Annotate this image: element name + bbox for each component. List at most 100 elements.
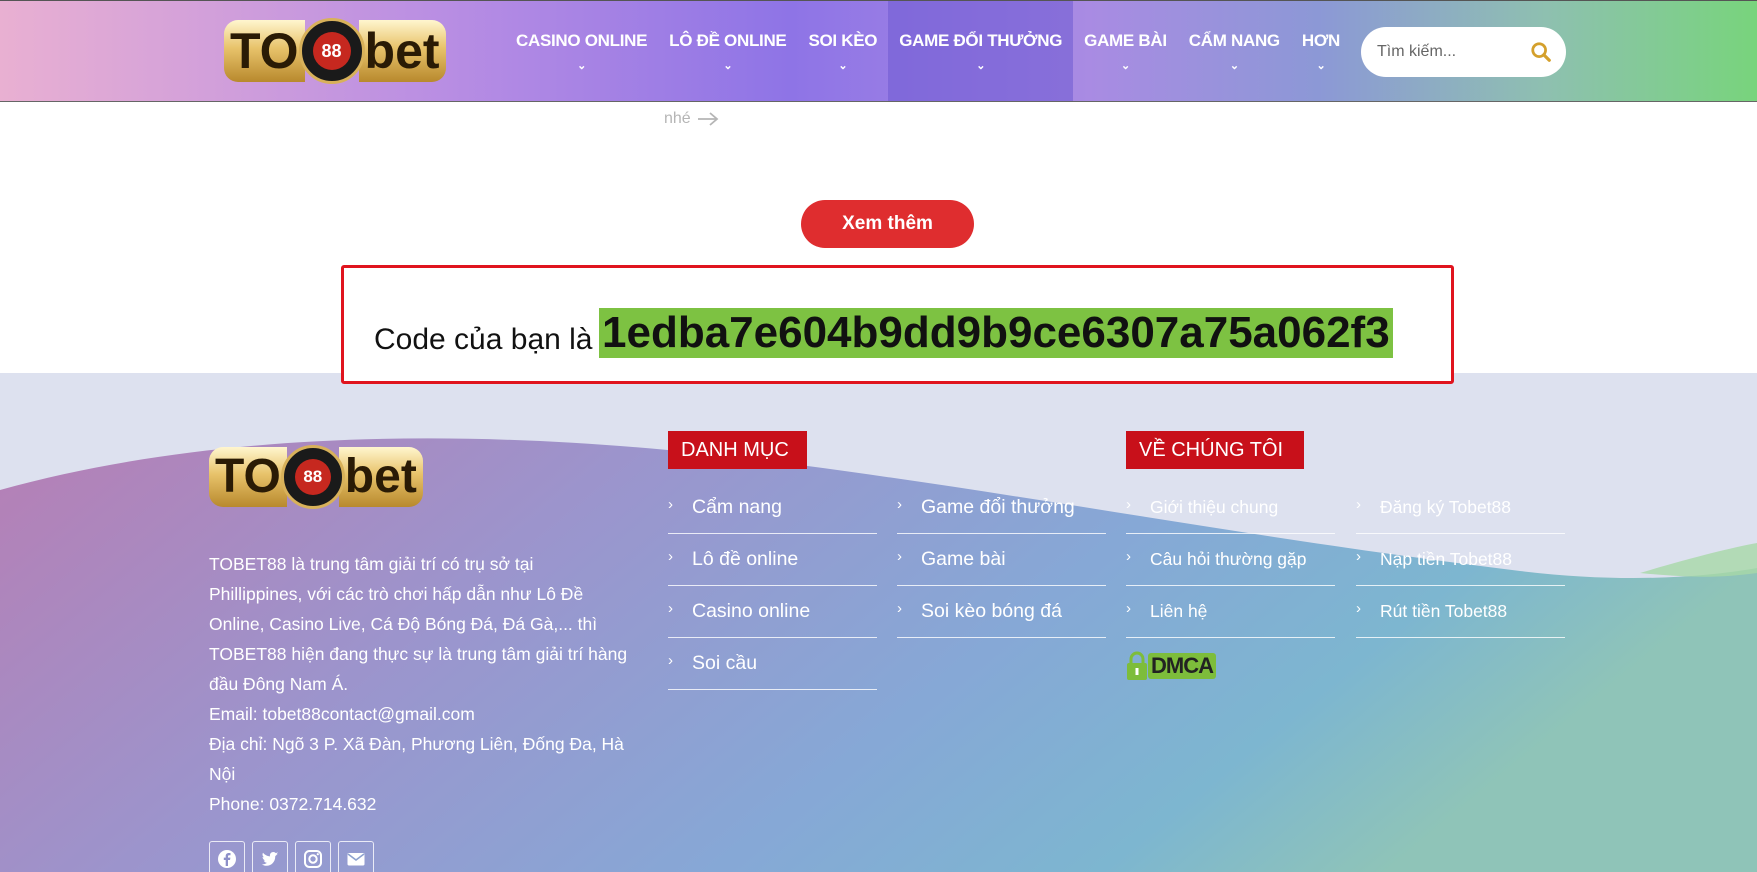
contact-email: Email: tobet88contact@gmail.com — [209, 704, 475, 724]
chevron-down-icon: ⌄ — [577, 59, 587, 72]
lock-icon — [1127, 651, 1147, 680]
chevron-down-icon: ⌄ — [1121, 59, 1130, 72]
nav-item-cam-nang[interactable]: CẨM NANG ⌄ — [1178, 1, 1291, 101]
facebook-icon — [218, 850, 236, 868]
email-link[interactable] — [338, 841, 374, 872]
footer-link-gioi-thieu-chung[interactable]: › Giới thiệu chung — [1126, 482, 1335, 534]
chevron-right-icon: › — [897, 548, 902, 565]
search-box — [1361, 27, 1566, 77]
chevron-right-icon: › — [668, 652, 673, 669]
dmca-label: DMCA — [1148, 653, 1216, 679]
facebook-link[interactable] — [209, 841, 245, 872]
logo-chip-number: 88 — [294, 459, 331, 495]
footer-link-label: Cẩm nang — [692, 496, 782, 518]
footer-link-label: Câu hỏi thường gặp — [1150, 549, 1307, 569]
logo-chip-number: 88 — [312, 32, 351, 70]
logo-text-right: bet — [358, 20, 446, 82]
nav-item-hon[interactable]: HƠN ⌄ — [1291, 1, 1351, 101]
site-header: TO 88 bet CASINO ONLINE ⌄ LÔ ĐỀ ONLINE ⌄… — [0, 0, 1757, 102]
footer-link-label: Lô đề online — [692, 548, 799, 570]
chevron-down-icon: ⌄ — [976, 59, 986, 72]
read-more-link[interactable]: nhé — [664, 110, 719, 128]
nav-item-label: CASINO ONLINE — [516, 30, 648, 50]
footer-link-label: Nạp tiền Tobet88 — [1380, 549, 1513, 569]
site-footer: TO 88 bet TOBET88 là trung tâm giải trí … — [0, 373, 1757, 872]
nav-item-label: LÔ ĐỀ ONLINE — [669, 30, 787, 50]
twitter-link[interactable] — [252, 841, 288, 872]
main-nav: CASINO ONLINE ⌄ LÔ ĐỀ ONLINE ⌄ SOI KÈO ⌄… — [505, 1, 1351, 101]
contact-phone: Phone: 0372.714.632 — [209, 794, 377, 814]
nav-item-lo-de-online[interactable]: LÔ ĐỀ ONLINE ⌄ — [658, 1, 797, 101]
footer-link-label: Giới thiệu chung — [1150, 497, 1279, 517]
footer-link-label: Game đổi thưởng — [921, 496, 1075, 518]
nav-item-casino-online[interactable]: CASINO ONLINE ⌄ — [505, 1, 658, 101]
footer-link-rut-tien[interactable]: › Rút tiền Tobet88 — [1356, 586, 1565, 638]
contact-address: Địa chỉ: Ngõ 3 P. Xã Đàn, Phương Liên, Đ… — [209, 734, 624, 784]
chevron-right-icon: › — [668, 600, 673, 617]
email-icon — [347, 853, 365, 866]
footer-link-label: Casino online — [692, 600, 811, 622]
chevron-right-icon: › — [897, 600, 902, 617]
footer-link-label: Đăng ký Tobet88 — [1380, 497, 1512, 517]
see-more-button[interactable]: Xem thêm — [801, 200, 974, 248]
footer-link-label: Rút tiền Tobet88 — [1380, 601, 1508, 621]
search-icon[interactable] — [1530, 41, 1552, 63]
logo-text-left: TO — [209, 447, 287, 507]
logo-text-right: bet — [338, 447, 423, 507]
footer-link-casino-online[interactable]: › Casino online — [668, 586, 877, 638]
footer-link-label: Soi kèo bóng đá — [921, 600, 1062, 622]
instagram-link[interactable] — [295, 841, 331, 872]
categories-title: DANH MỤC — [668, 431, 807, 469]
footer-link-label: Liên hệ — [1150, 601, 1208, 621]
logo-chip: 88 — [298, 18, 365, 84]
footer-link-soi-keo-bong-da[interactable]: › Soi kèo bóng đá — [897, 586, 1106, 638]
arrow-right-icon — [697, 112, 719, 126]
instagram-icon — [304, 850, 322, 868]
footer-link-lien-he[interactable]: › Liên hệ — [1126, 586, 1335, 638]
chevron-right-icon: › — [1356, 600, 1361, 617]
footer-link-soi-cau[interactable]: › Soi cầu — [668, 638, 877, 690]
nav-item-label: CẨM NANG — [1188, 30, 1280, 50]
about-us-title: VỀ CHÚNG TÔI — [1126, 431, 1304, 469]
code-label: Code của bạn là — [374, 323, 593, 356]
chevron-down-icon: ⌄ — [1229, 59, 1239, 72]
chevron-right-icon: › — [1356, 548, 1361, 565]
logo-text-left: TO — [224, 20, 305, 82]
about-description: TOBET88 là trung tâm giải trí có trụ sở … — [209, 554, 628, 694]
nav-item-game-doi-thuong[interactable]: GAME ĐỔI THƯỞNG ⌄ — [888, 1, 1074, 101]
footer-logo[interactable]: TO 88 bet — [209, 445, 423, 509]
nav-item-label: GAME BÀI — [1084, 30, 1167, 50]
footer-link-cau-hoi-thuong-gap[interactable]: › Câu hỏi thường gặp — [1126, 534, 1335, 586]
categories-list-2: › Game đổi thưởng › Game bài › Soi kèo bóng… — [897, 482, 1106, 638]
dmca-badge[interactable]: DMCA — [1126, 651, 1216, 681]
site-logo[interactable]: TO 88 bet — [224, 18, 446, 84]
footer-link-cam-nang[interactable]: › Cẩm nang — [668, 482, 877, 534]
nav-item-label: SOI KÈO — [808, 30, 878, 50]
footer-link-label: Game bài — [921, 548, 1006, 570]
footer-about: TOBET88 là trung tâm giải trí có trụ sở … — [209, 549, 629, 819]
footer-link-label: Soi cầu — [692, 652, 758, 674]
about-us-list-2: › Đăng ký Tobet88 › Nạp tiền Tobet88 › Rút … — [1356, 482, 1565, 638]
chevron-right-icon: › — [897, 496, 902, 513]
about-us-list-1: › Giới thiệu chung › Câu hỏi thường gặp › L… — [1126, 482, 1335, 638]
nav-item-soi-keo[interactable]: SOI KÈO ⌄ — [797, 1, 888, 101]
search-input[interactable] — [1375, 42, 1529, 62]
chevron-right-icon: › — [1126, 496, 1131, 513]
code-value: 1edba7e604b9dd9b9ce6307a75a062f3 — [599, 308, 1393, 358]
nav-item-game-bai[interactable]: GAME BÀI ⌄ — [1073, 1, 1178, 101]
nav-item-label: GAME ĐỔI THƯỞNG — [899, 30, 1063, 50]
chevron-right-icon: › — [1356, 496, 1361, 513]
chevron-right-icon: › — [1126, 548, 1131, 565]
chevron-right-icon: › — [668, 548, 673, 565]
chevron-down-icon: ⌄ — [838, 59, 848, 72]
code-box: Code của bạn là 1edba7e604b9dd9b9ce6307a… — [341, 265, 1454, 384]
footer-link-nap-tien[interactable]: › Nạp tiền Tobet88 — [1356, 534, 1565, 586]
footer-link-game-doi-thuong[interactable]: › Game đổi thưởng — [897, 482, 1106, 534]
nav-item-label: HƠN — [1301, 30, 1341, 50]
logo-chip: 88 — [280, 445, 345, 509]
chevron-right-icon: › — [1126, 600, 1131, 617]
chevron-right-icon: › — [668, 496, 673, 513]
footer-link-game-bai[interactable]: › Game bài — [897, 534, 1106, 586]
footer-link-lo-de-online[interactable]: › Lô đề online — [668, 534, 877, 586]
footer-link-dang-ky[interactable]: › Đăng ký Tobet88 — [1356, 482, 1565, 534]
